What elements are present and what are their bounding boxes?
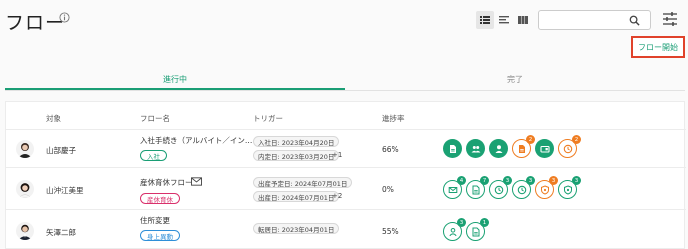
flow-table: 対象 フロー名 トリガー 進捗率 山部慶子 入社手続き（アルバイト／イン… 入社…	[5, 101, 686, 249]
step-badge: 3	[503, 176, 512, 185]
column-header-flow-name: フロー名	[140, 114, 170, 123]
list-view-button[interactable]	[476, 11, 494, 29]
step-badge: 3	[457, 218, 466, 227]
progress-value: 66%	[382, 145, 399, 154]
column-view-icon	[518, 16, 528, 24]
column-header-progress: 進捗率	[382, 114, 405, 123]
mail-icon[interactable]	[191, 177, 202, 186]
flow-tag: 身上異動	[140, 230, 180, 241]
table-row[interactable]: 矢澤二郎 住所変更 身上異動 転居日: 2023年04月01日 55% 3 1	[6, 209, 686, 249]
group-icon	[471, 145, 480, 152]
list-view-icon	[480, 16, 490, 24]
step-form[interactable]: 1	[466, 218, 489, 241]
step-badge: 7	[480, 176, 489, 185]
flow-name[interactable]: 入社手続き（アルバイト／イン…	[140, 135, 252, 146]
avatar	[16, 140, 34, 158]
step-card[interactable]	[535, 139, 554, 158]
trigger-chip: 内定日: 2023年03月20日	[253, 150, 340, 161]
step-person[interactable]	[489, 139, 508, 158]
table-row[interactable]: 山沖江美里 産休育休フロー 産休育休 出産予定日: 2024年07月01日 出産…	[6, 167, 686, 209]
shield-icon	[540, 184, 549, 195]
flow-tag: 産休育休	[140, 193, 180, 204]
form-icon	[472, 227, 479, 236]
tab-in-progress[interactable]: 進行中	[5, 74, 345, 85]
avatar	[16, 222, 34, 240]
clock-icon	[563, 144, 572, 153]
step-badge: 3	[572, 176, 581, 185]
form-icon	[518, 144, 525, 153]
step-shield[interactable]: 3	[535, 176, 558, 199]
trigger-chip: 出産予定日: 2024年07月01日	[253, 177, 353, 188]
step-form[interactable]: 7	[466, 176, 489, 199]
table-row[interactable]: 山部慶子 入社手続き（アルバイト／イン… 入社 入社日: 2023年04月20日…	[6, 129, 686, 167]
person-icon	[495, 144, 502, 153]
trigger-chip: 入社日: 2023年04月20日	[253, 136, 340, 147]
step-badge: 3	[549, 176, 558, 185]
trigger-chip: 出産日: 2024年07月01日	[253, 191, 340, 202]
flow-name[interactable]: 産休育休フロー	[140, 177, 193, 188]
step-badge: 4	[457, 176, 466, 185]
filter-settings-icon[interactable]	[662, 11, 678, 27]
start-flow-button[interactable]: フロー開始	[631, 36, 685, 58]
clock-icon	[494, 185, 503, 194]
shield-icon	[563, 184, 572, 195]
target-name[interactable]: 山部慶子	[46, 145, 76, 156]
step-badge: 3	[526, 176, 535, 185]
more-triggers-count[interactable]: +2	[332, 192, 342, 200]
avatar	[16, 180, 34, 198]
form-icon	[472, 185, 479, 194]
status-tabs: 進行中 完了	[5, 70, 685, 91]
tab-completed[interactable]: 完了	[345, 74, 685, 85]
search-box	[538, 10, 651, 33]
flow-tag: 入社	[140, 150, 167, 161]
step-badge: 2	[526, 135, 535, 144]
step-badge: 1	[480, 218, 489, 227]
flow-name[interactable]: 住所変更	[140, 215, 170, 226]
active-tab-indicator	[5, 88, 345, 90]
column-view-button[interactable]	[514, 11, 532, 29]
person-icon	[448, 227, 457, 236]
step-clock[interactable]: 3	[512, 176, 535, 199]
column-header-target: 対象	[46, 114, 61, 123]
progress-value: 55%	[382, 227, 399, 236]
target-name[interactable]: 矢澤二郎	[46, 227, 76, 238]
clock-icon	[517, 185, 526, 194]
view-toggle-group	[476, 11, 533, 29]
search-icon[interactable]	[629, 15, 640, 26]
page-title: フロー	[5, 12, 66, 34]
step-group[interactable]	[466, 139, 485, 158]
info-icon[interactable]	[59, 12, 70, 23]
more-triggers-count[interactable]: +1	[332, 151, 342, 159]
step-form[interactable]: 2	[512, 135, 535, 158]
step-person[interactable]: 3	[443, 218, 466, 241]
document-icon	[449, 144, 456, 153]
step-mail[interactable]: 4	[443, 176, 466, 199]
card-icon	[539, 145, 550, 153]
step-badge: 2	[572, 135, 581, 144]
progress-value: 0%	[382, 185, 394, 194]
step-clock[interactable]: 2	[558, 135, 581, 158]
mail-icon	[448, 186, 457, 193]
step-clock[interactable]: 3	[489, 176, 512, 199]
step-shield[interactable]: 3	[558, 176, 581, 199]
column-header-trigger: トリガー	[253, 114, 283, 123]
detail-view-button[interactable]	[495, 11, 513, 29]
text-view-icon	[499, 16, 509, 24]
trigger-chip: 転居日: 2023年04月01日	[253, 223, 340, 234]
search-input[interactable]	[539, 15, 627, 33]
step-document[interactable]	[443, 139, 462, 158]
target-name[interactable]: 山沖江美里	[46, 185, 84, 196]
